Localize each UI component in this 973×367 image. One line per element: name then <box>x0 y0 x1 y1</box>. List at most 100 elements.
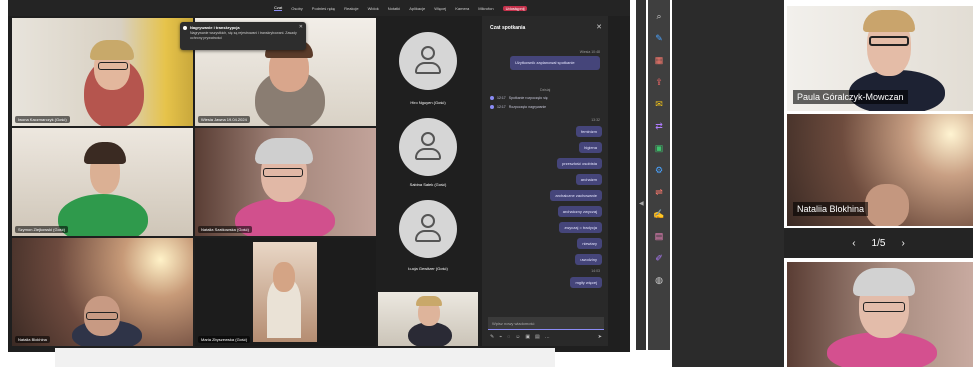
chevron-right-icon[interactable]: › <box>901 238 904 249</box>
tab-share[interactable]: Udostępnij <box>502 5 528 11</box>
participant-tile[interactable]: Sabina Sałek (Gość) <box>378 114 478 194</box>
chat-organizer: Wiesia 10:48 <box>579 50 600 54</box>
more-icon[interactable]: … <box>545 334 550 340</box>
comment-icon[interactable]: ✉ <box>653 98 665 110</box>
participant-name: Natalia Szatkowska (Gość) <box>198 226 253 233</box>
collapse-icon[interactable]: ◀ <box>639 200 644 207</box>
participant-tile[interactable]: Natalia Szatkowska (Gość) <box>195 128 376 236</box>
tab-people[interactable]: Osoby <box>291 6 303 11</box>
participant-name: Sabina Sałek (Gość) <box>409 182 447 187</box>
tab-view[interactable]: Widok <box>368 6 379 11</box>
meeting-icon <box>490 96 494 100</box>
participant-video <box>253 242 317 342</box>
self-view[interactable] <box>378 292 478 346</box>
record-icon <box>183 26 187 30</box>
chat-message: niewiary <box>577 238 602 249</box>
chat-message: archaiczny zwyczaj <box>557 206 602 217</box>
emoji-icon[interactable]: ☺ <box>515 334 520 340</box>
day-separator: Dzisiaj <box>540 88 551 92</box>
participant-tile[interactable]: Paula Góralczyk-Mowczan <box>787 6 973 111</box>
tab-chat[interactable]: Czat <box>274 5 283 11</box>
close-icon[interactable]: ✕ <box>299 24 303 30</box>
recording-toast: Nagrywanie i transkrypcja Nagrywanie wsz… <box>180 22 306 50</box>
secondary-meeting-strip: Paula Góralczyk-Mowczan Nataliia Blokhin… <box>784 0 973 367</box>
record-icon <box>490 105 494 109</box>
convert-icon[interactable]: ⇌ <box>653 186 665 198</box>
chat-message: uwodziny <box>575 254 602 265</box>
participant-name: Maria Zbyszewska (Gość) <box>198 336 251 343</box>
chat-message: mgiły więcej <box>570 277 602 288</box>
tab-raise-hand[interactable]: Podnieś rękę <box>312 6 335 11</box>
settings-icon[interactable]: ⚙ <box>653 164 665 176</box>
tab-notes[interactable]: Notatki <box>388 6 400 11</box>
meeting-toolbar: Czat Osoby Podnieś rękę Reakcje Widok No… <box>8 0 630 16</box>
chevron-left-icon[interactable]: ‹ <box>852 238 855 249</box>
format-icon[interactable]: ✎ <box>490 334 494 340</box>
participant-tile[interactable]: Łucja Gewitzer (Gość) <box>378 196 478 278</box>
system-message: 12:17 Spotkanie rozpoczęło się <box>490 96 548 100</box>
participant-tile[interactable]: Nataliia Blokhina <box>787 114 973 226</box>
participant-tile[interactable] <box>787 262 973 367</box>
tab-mic[interactable]: Mikrofon <box>478 6 493 11</box>
participant-hair <box>853 268 915 296</box>
export-icon[interactable]: ⇪ <box>653 76 665 88</box>
message-input[interactable]: Wpisz nowy wiadomość <box>488 317 604 330</box>
chat-message: higiena <box>579 142 602 153</box>
tab-apps[interactable]: Aplikacje <box>409 6 425 11</box>
participant-tile[interactable]: Hiro Nguyen (Gość) <box>378 18 478 112</box>
glasses <box>869 36 909 46</box>
tab-reactions[interactable]: Reakcje <box>344 6 358 11</box>
layout-icon[interactable]: ▦ <box>653 54 665 66</box>
avatar <box>399 32 457 90</box>
chat-message: archaizm <box>575 174 602 185</box>
loop-icon[interactable]: ◌ <box>507 334 510 340</box>
meeting-chat-panel: Czat spotkania ✕ Wiesia 10:48 Użytkownik… <box>482 16 608 346</box>
chat-tools: ✎ ⌁ ◌ ☺ ▣ ▤ … ➤ <box>490 334 602 340</box>
avatar <box>399 200 457 258</box>
panel-divider: ◀ <box>636 0 646 350</box>
participant-tile[interactable]: Natalia Blokhina <box>12 238 193 346</box>
participant-face <box>865 184 909 226</box>
participant-name: Wiesia Jawna 19.04.2024 <box>198 116 250 123</box>
tab-more[interactable]: Więcej <box>434 6 446 11</box>
tab-camera[interactable]: Kamera <box>455 6 469 11</box>
participant-name: Hiro Nguyen (Gość) <box>410 100 446 105</box>
participant-name: Iwona Kaczmarczyk (Gość) <box>15 116 70 123</box>
participant-tile[interactable]: Iwona Kaczmarczyk (Gość) <box>12 18 193 126</box>
toast-body: Nagrywanie wszystkich, się są rejestrowa… <box>190 31 297 40</box>
participant-tile[interactable]: Maria Zbyszewska (Gość) <box>195 238 376 346</box>
participant-name: Natalia Blokhina <box>15 336 50 343</box>
participant-hair <box>255 138 313 164</box>
compress-icon[interactable]: ▣ <box>653 142 665 154</box>
participant-hair <box>90 40 134 60</box>
participant-name: Szymon Ziejkowski (Gość) <box>15 226 69 233</box>
pagination: ‹ 1/5 › <box>784 228 973 258</box>
attach-icon[interactable]: ⌁ <box>499 334 502 340</box>
edit-icon[interactable]: ✎ <box>653 32 665 44</box>
glasses <box>98 62 128 70</box>
chat-title: Czat spotkania <box>490 25 526 31</box>
pdf-tools-toolbar: ⌕ ✎ ▦ ⇪ ✉ ⇄ ▣ ⚙ ⇌ ✍ ▤ ✐ ◍ <box>648 0 670 350</box>
participant-hair <box>863 10 915 32</box>
gif-icon[interactable]: ▣ <box>525 334 530 340</box>
page-indicator: 1/5 <box>871 237 886 249</box>
meeting-window: Czat Osoby Podnieś rękę Reakcje Widok No… <box>8 0 630 352</box>
glasses <box>863 302 905 312</box>
send-icon[interactable]: ➤ <box>598 334 602 340</box>
search-icon[interactable]: ⌕ <box>653 10 665 22</box>
participant-face <box>273 262 295 292</box>
participant-name: Paula Góralczyk-Mowczan <box>793 90 908 104</box>
sign-icon[interactable]: ✍ <box>653 208 665 220</box>
pdf-icon[interactable]: ▤ <box>653 230 665 242</box>
close-icon[interactable]: ✕ <box>596 23 602 31</box>
share-icon[interactable]: ⇄ <box>653 120 665 132</box>
pen-icon[interactable]: ✐ <box>653 252 665 264</box>
participant-tile[interactable]: Szymon Ziejkowski (Gość) <box>12 128 193 236</box>
chat-message: archaiczne zachowanie <box>550 190 602 201</box>
avatar <box>399 118 457 176</box>
toast-title: Nagrywanie i transkrypcja <box>190 25 240 30</box>
glasses <box>86 312 118 320</box>
fill-icon[interactable]: ◍ <box>653 274 665 286</box>
sticker-icon[interactable]: ▤ <box>535 334 540 340</box>
chat-message: feminizm <box>575 126 602 137</box>
